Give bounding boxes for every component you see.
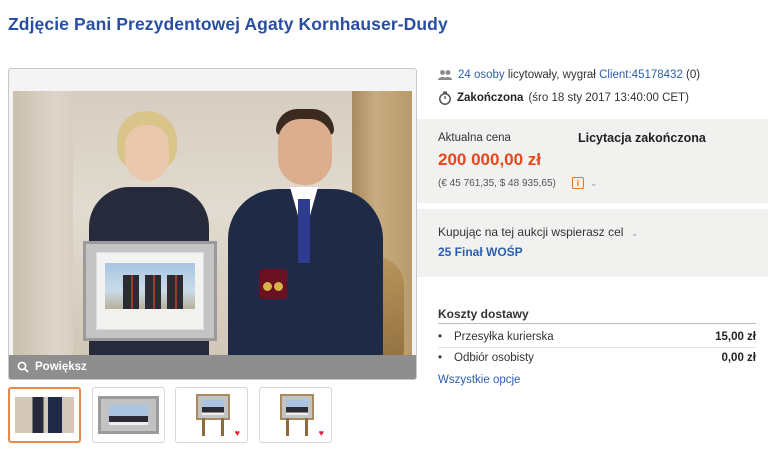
- shipping-option-name: Odbiór osobisty: [454, 352, 534, 364]
- charity-label: Kupując na tej aukcji wspierasz cel: [438, 225, 624, 239]
- heart-icon: ♥: [234, 428, 240, 438]
- bidders-count-link[interactable]: 24 osoby: [458, 69, 505, 81]
- main-photo-gallery[interactable]: Powiększ: [8, 68, 417, 380]
- charity-dropdown[interactable]: Kupując na tej aukcji wspierasz cel ⌄: [438, 225, 638, 239]
- conversion-text: (€ 45 761,35, $ 48 935,65): [438, 177, 556, 189]
- photo-person-right: [218, 109, 383, 355]
- all-shipping-options-link[interactable]: Wszystkie opcje: [438, 374, 520, 386]
- thumbnail-image: [15, 397, 74, 433]
- photo-background-left: [13, 91, 73, 355]
- status-label: Zakończona: [457, 92, 524, 104]
- photo-medal-box: [259, 269, 287, 299]
- stopwatch-icon: [439, 91, 451, 105]
- charity-link[interactable]: 25 Finał WOŚP: [438, 245, 523, 259]
- price-panel: Aktualna cena Licytacja zakończona 200 0…: [417, 119, 768, 203]
- charity-panel: Kupując na tej aukcji wspierasz cel ⌄ 25…: [417, 209, 768, 277]
- bidders-text: licytowały, wygrał: [507, 69, 596, 81]
- zoom-label: Powiększ: [35, 361, 87, 373]
- thumbnail-image: [196, 394, 230, 436]
- thumbnail-image: [280, 394, 314, 436]
- status-date: (śro 18 sty 2017 13:40:00 CET): [528, 92, 689, 104]
- thumbnail-2[interactable]: [92, 387, 165, 443]
- currency-conversion: (€ 45 761,35, $ 48 935,65) i ⌄: [438, 177, 597, 189]
- divider: [438, 347, 756, 348]
- zoom-button[interactable]: Powiększ: [9, 355, 416, 379]
- thumbnail-1[interactable]: [8, 387, 81, 443]
- chevron-down-icon[interactable]: ⌄: [590, 178, 598, 189]
- heart-icon: ♥: [318, 428, 324, 438]
- magnifier-icon: [17, 361, 29, 373]
- thumbnail-3[interactable]: ♥: [175, 387, 248, 443]
- thumbnail-4[interactable]: ♥: [259, 387, 332, 443]
- page-title: Zdjęcie Pani Prezydentowej Agaty Kornhau…: [8, 14, 448, 34]
- info-icon[interactable]: i: [571, 177, 584, 189]
- shipping-option: • Przesyłka kurierska 15,00 zł: [438, 331, 756, 343]
- shipping-option: • Odbiór osobisty 0,00 zł: [438, 352, 756, 364]
- auction-state: Licytacja zakończona: [578, 131, 706, 145]
- shipping-option-price: 0,00 zł: [721, 352, 756, 364]
- price-amount: 200 000,00 zł: [438, 150, 542, 169]
- thumbnail-image: [98, 396, 159, 434]
- shipping-option-price: 15,00 zł: [715, 331, 756, 343]
- auction-status: Zakończona (śro 18 sty 2017 13:40:00 CET…: [438, 91, 689, 105]
- winner-score: (0): [686, 69, 701, 81]
- photo-framed-picture: [83, 241, 217, 341]
- bidders-info: 24 osoby licytowały, wygrał Client:45178…: [438, 69, 700, 81]
- chevron-down-icon: ⌄: [630, 228, 639, 238]
- main-photo[interactable]: [13, 91, 412, 355]
- price-label: Aktualna cena: [438, 132, 511, 144]
- shipping-title: Koszty dostawy: [438, 307, 756, 324]
- winner-link[interactable]: Client:45178432: [599, 69, 683, 81]
- users-icon: [438, 70, 452, 80]
- shipping-option-name: Przesyłka kurierska: [454, 331, 554, 343]
